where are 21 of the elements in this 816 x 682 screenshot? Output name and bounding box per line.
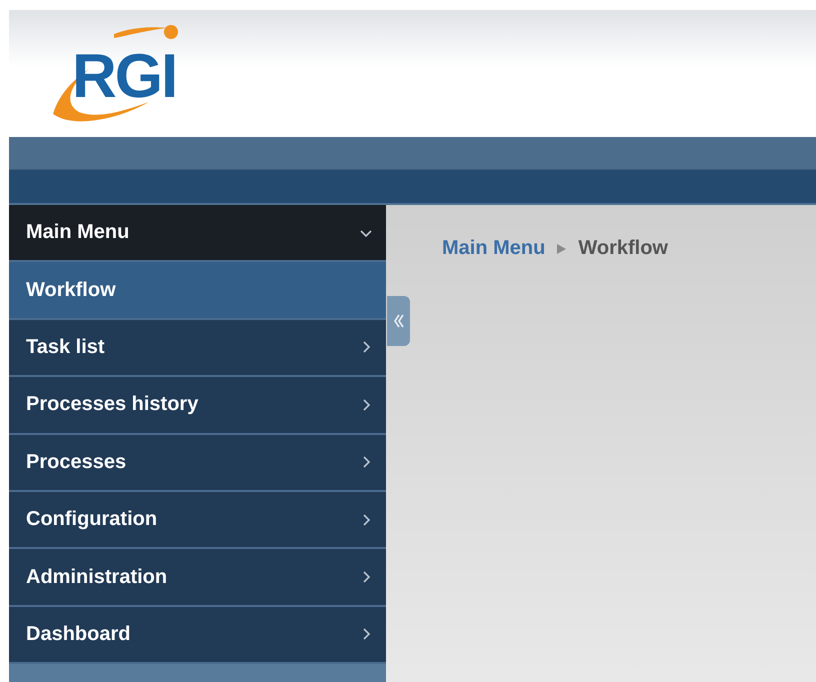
sidebar-item-label: Dashboard [26, 622, 130, 646]
sidebar-item[interactable]: Dashboard [9, 606, 386, 664]
sidebar-item[interactable]: Administration [9, 549, 386, 607]
sidebar-item-label: Configuration [26, 508, 158, 532]
double-chevron-left-icon [394, 314, 404, 328]
sidebar-item-label: Processes history [26, 393, 198, 416]
logo-text: RGI [72, 46, 176, 108]
breadcrumb-current: Workflow [578, 237, 668, 260]
sidebar-item-label: Processes [26, 450, 126, 474]
sidebar-item[interactable]: Configuration [9, 492, 386, 550]
menu-header[interactable]: Main Menu [9, 205, 386, 262]
sidebar-item-label: Workflow [26, 278, 116, 302]
sidebar-item[interactable]: Processes history [9, 377, 386, 435]
sidebar-item[interactable]: Processes [9, 434, 386, 492]
sidebar-item[interactable]: Workflow [9, 262, 386, 320]
collapse-sidebar-button[interactable] [387, 296, 410, 346]
sidebar-item-label: Administration [26, 566, 168, 589]
menu-header-label: Main Menu [26, 221, 130, 244]
triangle-separator-icon [557, 244, 566, 254]
sidebar-item[interactable]: Task list [9, 320, 386, 378]
sidebar-item-label: Task list [26, 336, 105, 359]
